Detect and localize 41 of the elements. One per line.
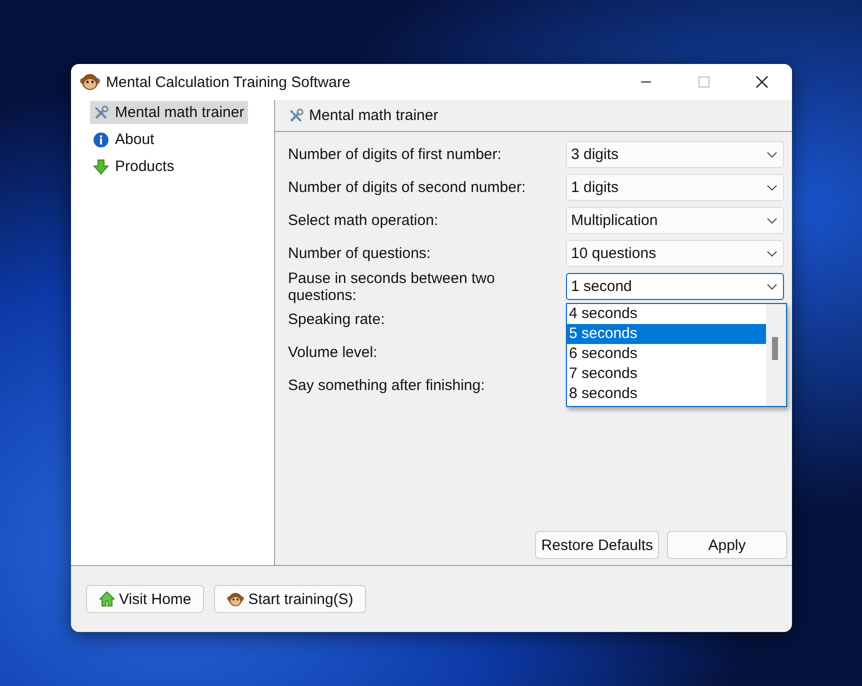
field-label: Volume level: <box>288 344 378 361</box>
dropdown[interactable]: 1 second <box>566 273 784 300</box>
dropdown-option[interactable]: 4 seconds <box>567 304 766 324</box>
home-icon <box>99 591 115 607</box>
dropdown-option[interactable]: 7 seconds <box>567 364 766 384</box>
dropdown[interactable]: Multiplication <box>566 207 784 234</box>
chevron-down-icon <box>767 218 777 224</box>
monkey-icon <box>227 592 244 606</box>
panel-button[interactable]: Apply <box>667 531 787 559</box>
footer-button[interactable]: Start training(S) <box>214 585 366 613</box>
monkey-icon <box>80 73 100 91</box>
chevron-down-icon <box>767 184 777 190</box>
footer-button[interactable]: Visit Home <box>86 585 204 613</box>
down-arrow-icon <box>93 158 109 174</box>
sidebar-item[interactable]: Mental math trainer <box>90 101 248 124</box>
scrollbar[interactable] <box>766 304 786 406</box>
panel-button[interactable]: Restore Defaults <box>535 531 659 559</box>
field-label: Pause in seconds between two questions: <box>288 270 496 304</box>
close-icon[interactable] <box>756 76 768 88</box>
panel-title: Mental math trainer <box>309 107 438 124</box>
field-label: Speaking rate: <box>288 311 386 328</box>
dropdown[interactable]: 3 digits <box>566 141 784 168</box>
chevron-down-icon <box>767 250 777 256</box>
sidebar-item[interactable]: About <box>90 128 158 151</box>
tools-icon <box>288 108 304 124</box>
field-label: Number of questions: <box>288 245 432 262</box>
chevron-down-icon <box>767 152 777 158</box>
field-label: Select math operation: <box>288 212 440 229</box>
info-icon <box>93 132 109 148</box>
sidebar-item[interactable]: Products <box>90 155 178 178</box>
field-label: Say something after finishing: <box>288 377 486 394</box>
dropdown[interactable]: 10 questions <box>566 240 784 267</box>
chevron-down-icon <box>767 284 777 290</box>
field-label: Number of digits of first number: <box>288 146 502 163</box>
dropdown-option[interactable]: 6 seconds <box>567 344 766 364</box>
dropdown[interactable]: 1 digits <box>566 174 784 201</box>
tools-icon <box>93 104 109 120</box>
field-label: Number of digits of second number: <box>288 179 527 196</box>
dropdown-option[interactable]: 8 seconds <box>567 384 766 404</box>
dropdown-option[interactable]: 5 seconds <box>567 324 766 344</box>
window-title: Mental Calculation Training Software <box>106 74 352 90</box>
